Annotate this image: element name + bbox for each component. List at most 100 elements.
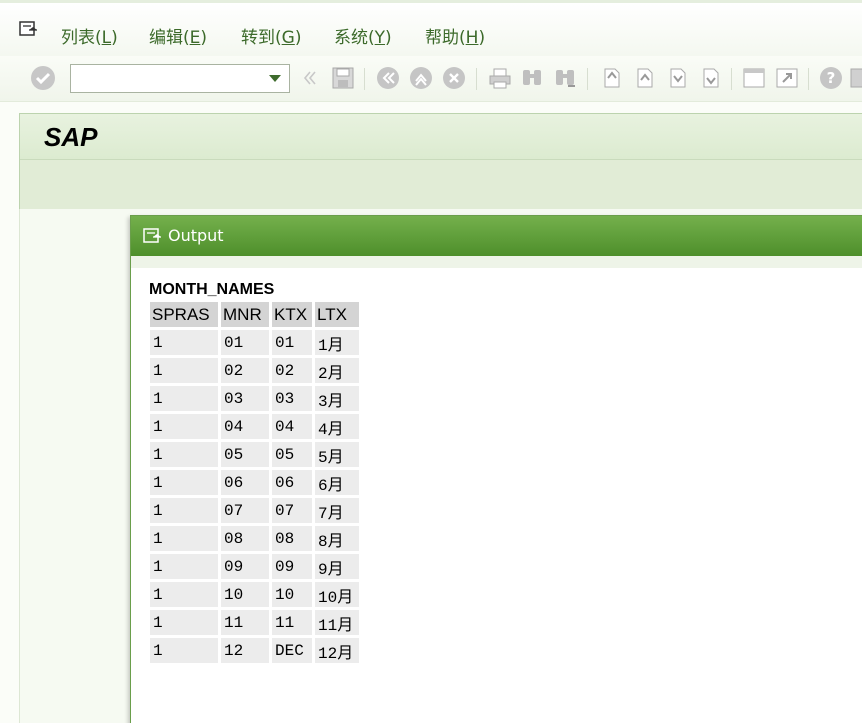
menu-item-goto[interactable]: 转到(G) [241, 23, 301, 48]
table-row[interactable]: 1 01 01 1月 [150, 330, 359, 355]
layout-menu-icon[interactable] [848, 65, 862, 91]
cell-ltx[interactable]: 11月 [315, 610, 359, 635]
menu-item-list[interactable]: 列表(L) [61, 23, 118, 48]
table-row[interactable]: 1 04 04 4月 [150, 414, 359, 439]
cell-ltx[interactable]: 7月 [315, 498, 359, 523]
cell-spras[interactable]: 1 [150, 414, 218, 439]
title-bar: SAP [20, 114, 862, 160]
cell-spras[interactable]: 1 [150, 638, 218, 663]
cell-ltx[interactable]: 4月 [315, 414, 359, 439]
cell-ltx[interactable]: 8月 [315, 526, 359, 551]
cell-mnr[interactable]: 10 [221, 582, 269, 607]
next-page-icon[interactable] [664, 65, 690, 91]
column-header-ltx[interactable]: LTX [315, 302, 359, 327]
table-row[interactable]: 1 03 03 3月 [150, 386, 359, 411]
cell-spras[interactable]: 1 [150, 330, 218, 355]
toolbar-collapse-icon[interactable] [297, 65, 323, 91]
cell-ktx[interactable]: 03 [272, 386, 312, 411]
list-title: MONTH_NAMES [149, 281, 275, 298]
cell-spras[interactable]: 1 [150, 442, 218, 467]
cell-mnr[interactable]: 04 [221, 414, 269, 439]
enter-checkmark-icon[interactable] [30, 65, 56, 91]
save-icon[interactable] [330, 65, 356, 91]
column-header-spras[interactable]: SPRAS [150, 302, 218, 327]
toolbar-separator [808, 68, 809, 90]
table-row[interactable]: 1 02 02 2月 [150, 358, 359, 383]
dialog-menu-icon[interactable] [143, 228, 163, 244]
page-title: SAP [44, 122, 98, 152]
cell-ktx[interactable]: 11 [272, 610, 312, 635]
table-row[interactable]: 1 10 10 10月 [150, 582, 359, 607]
column-header-ktx[interactable]: KTX [272, 302, 312, 327]
menu-item-system[interactable]: 系统(Y) [334, 23, 392, 48]
previous-page-icon[interactable] [631, 65, 657, 91]
cell-spras[interactable]: 1 [150, 470, 218, 495]
command-field[interactable] [70, 64, 290, 93]
menu-item-edit[interactable]: 编辑(E) [149, 23, 207, 48]
cell-mnr[interactable]: 09 [221, 554, 269, 579]
cell-mnr[interactable]: 02 [221, 358, 269, 383]
exit-icon[interactable] [408, 65, 434, 91]
cell-ktx[interactable]: 07 [272, 498, 312, 523]
cell-ktx[interactable]: 05 [272, 442, 312, 467]
find-icon[interactable] [519, 65, 545, 91]
cell-spras[interactable]: 1 [150, 358, 218, 383]
menu-bar: 列表(L) 编辑(E) 转到(G) 系统(Y) 帮助(H) [0, 0, 862, 56]
cell-spras[interactable]: 1 [150, 386, 218, 411]
help-icon[interactable]: ? [818, 65, 844, 91]
table-row[interactable]: 1 08 08 8月 [150, 526, 359, 551]
cell-mnr[interactable]: 11 [221, 610, 269, 635]
cell-ktx[interactable]: DEC [272, 638, 312, 663]
back-icon[interactable] [375, 65, 401, 91]
menu-item-help[interactable]: 帮助(H) [425, 23, 485, 48]
shortcut-icon[interactable] [774, 65, 800, 91]
cell-ltx[interactable]: 12月 [315, 638, 359, 663]
cell-ktx[interactable]: 01 [272, 330, 312, 355]
cell-mnr[interactable]: 06 [221, 470, 269, 495]
cell-spras[interactable]: 1 [150, 610, 218, 635]
cell-mnr[interactable]: 03 [221, 386, 269, 411]
toolbar-separator [587, 68, 588, 90]
cell-mnr[interactable]: 08 [221, 526, 269, 551]
cell-ltx[interactable]: 1月 [315, 330, 359, 355]
column-header-mnr[interactable]: MNR [221, 302, 269, 327]
table-row[interactable]: 1 12 DEC 12月 [150, 638, 359, 663]
cancel-icon[interactable] [441, 65, 467, 91]
print-icon[interactable] [487, 65, 513, 91]
cell-ktx[interactable]: 08 [272, 526, 312, 551]
cell-mnr[interactable]: 05 [221, 442, 269, 467]
cell-spras[interactable]: 1 [150, 498, 218, 523]
cell-ktx[interactable]: 06 [272, 470, 312, 495]
cell-ktx[interactable]: 10 [272, 582, 312, 607]
cell-ltx[interactable]: 10月 [315, 582, 359, 607]
cell-ltx[interactable]: 9月 [315, 554, 359, 579]
dialog-title-bar[interactable]: Output [131, 216, 862, 256]
standard-toolbar: ? [0, 56, 862, 102]
first-page-icon[interactable] [598, 65, 624, 91]
cell-ltx[interactable]: 3月 [315, 386, 359, 411]
toolbar-separator [731, 68, 732, 90]
cell-ltx[interactable]: 6月 [315, 470, 359, 495]
chevron-down-icon[interactable] [269, 75, 281, 82]
cell-spras[interactable]: 1 [150, 554, 218, 579]
cell-mnr[interactable]: 01 [221, 330, 269, 355]
create-session-icon[interactable] [741, 65, 767, 91]
cell-ltx[interactable]: 2月 [315, 358, 359, 383]
table-row[interactable]: 1 07 07 7月 [150, 498, 359, 523]
table-row[interactable]: 1 11 11 11月 [150, 610, 359, 635]
cell-ltx[interactable]: 5月 [315, 442, 359, 467]
sap-window: 列表(L) 编辑(E) 转到(G) 系统(Y) 帮助(H) ? SAP Outp… [0, 0, 862, 723]
find-next-icon[interactable] [552, 65, 578, 91]
last-page-icon[interactable] [697, 65, 723, 91]
cell-ktx[interactable]: 09 [272, 554, 312, 579]
table-row[interactable]: 1 05 05 5月 [150, 442, 359, 467]
cell-ktx[interactable]: 02 [272, 358, 312, 383]
cell-spras[interactable]: 1 [150, 526, 218, 551]
menu-list-icon[interactable] [19, 21, 39, 37]
cell-mnr[interactable]: 07 [221, 498, 269, 523]
cell-mnr[interactable]: 12 [221, 638, 269, 663]
cell-spras[interactable]: 1 [150, 582, 218, 607]
cell-ktx[interactable]: 04 [272, 414, 312, 439]
table-row[interactable]: 1 09 09 9月 [150, 554, 359, 579]
table-row[interactable]: 1 06 06 6月 [150, 470, 359, 495]
